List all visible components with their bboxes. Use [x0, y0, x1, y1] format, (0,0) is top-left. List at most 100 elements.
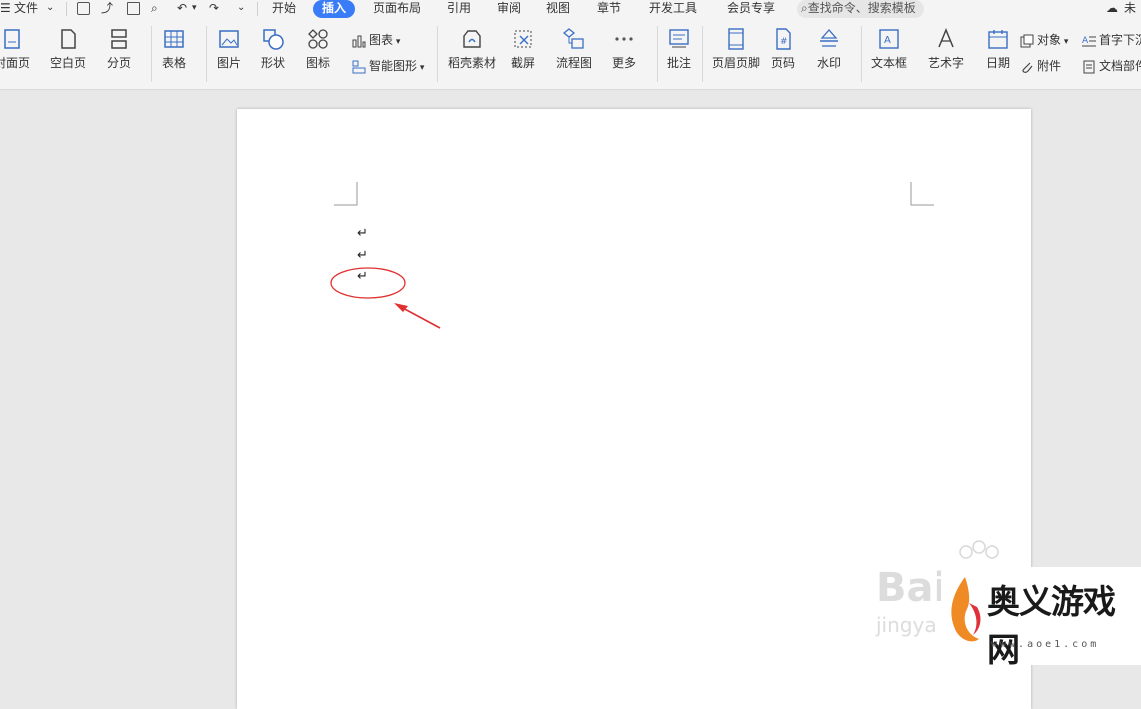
- print-icon[interactable]: [127, 2, 140, 15]
- divider: [206, 26, 207, 82]
- tab-references[interactable]: 引用: [447, 0, 471, 18]
- file-menu[interactable]: 文件: [14, 0, 38, 18]
- undo-dropdown-icon[interactable]: ▾: [192, 0, 197, 18]
- material-button[interactable]: 稻壳素材: [448, 28, 496, 71]
- header-footer-icon: [725, 28, 747, 50]
- dropcap-button[interactable]: A首字下沉: [1082, 31, 1141, 49]
- chart-label: 图表: [369, 33, 393, 47]
- shape-button[interactable]: 形状: [261, 28, 285, 71]
- watermark-label: 水印: [817, 54, 841, 71]
- smartart-dropdown-icon: ▾: [417, 63, 424, 73]
- picture-icon: [218, 28, 240, 50]
- insert-ribbon: 封面页 空白页 分页 表格 图片 形状 图标 图表 ▾ 智能图形 ▾ 稻壳素材 …: [0, 18, 1141, 90]
- page-number-button[interactable]: # 页码: [771, 28, 795, 71]
- screenshot-label: 截屏: [511, 54, 535, 71]
- picture-label: 图片: [217, 54, 241, 71]
- command-search-box[interactable]: ⌕查找命令、搜索模板: [797, 0, 924, 18]
- icon-label: 图标: [306, 54, 330, 71]
- picture-button[interactable]: 图片: [217, 28, 241, 71]
- divider: [657, 26, 658, 82]
- watermark-icon: [818, 28, 840, 50]
- more-button[interactable]: 更多: [612, 28, 636, 71]
- divider: [702, 26, 703, 82]
- table-icon: [163, 28, 185, 50]
- hamburger-menu-icon[interactable]: ☰: [0, 0, 11, 18]
- dropcap-icon: A: [1082, 34, 1096, 48]
- comment-button[interactable]: 批注: [667, 28, 691, 71]
- pointer-arrow-head: [394, 303, 408, 312]
- page-number-label: 页码: [771, 54, 795, 71]
- more-icon: [613, 28, 635, 50]
- customize-chevron-icon[interactable]: ⌄: [237, 0, 245, 18]
- blank-page-button[interactable]: 空白页: [50, 28, 86, 71]
- screenshot-button[interactable]: 截屏: [511, 28, 535, 71]
- paragraph-mark[interactable]: ↵: [357, 226, 368, 241]
- table-button[interactable]: 表格: [162, 28, 186, 71]
- smartart-button[interactable]: 智能图形 ▾: [352, 57, 424, 75]
- object-button[interactable]: 对象 ▾: [1020, 31, 1068, 49]
- cover-page-label: 封面页: [0, 54, 30, 71]
- paragraph-mark[interactable]: ↵: [357, 248, 368, 263]
- page-break-button[interactable]: 分页: [107, 28, 131, 71]
- pointer-arrow-line: [401, 307, 440, 328]
- file-menu-chevron-icon[interactable]: ⌄: [46, 0, 54, 18]
- flowchart-button[interactable]: 流程图: [556, 28, 592, 71]
- header-footer-label: 页眉页脚: [712, 54, 760, 71]
- textbox-label: 文本框: [871, 54, 907, 71]
- icon-button[interactable]: 图标: [306, 28, 330, 71]
- attachment-label: 附件: [1037, 59, 1061, 73]
- svg-text:A: A: [884, 35, 891, 46]
- divider: [151, 26, 152, 82]
- tab-view[interactable]: 视图: [546, 0, 570, 18]
- smartart-label: 智能图形: [369, 59, 417, 73]
- undo-icon[interactable]: ↶: [177, 0, 187, 18]
- redo-icon[interactable]: ↷: [209, 0, 219, 18]
- tab-insert[interactable]: 插入: [313, 0, 355, 18]
- date-label: 日期: [986, 54, 1010, 71]
- tab-chapter[interactable]: 章节: [597, 0, 621, 18]
- baidu-paw-icon: [951, 540, 1011, 570]
- wordart-button[interactable]: 艺术字: [928, 28, 964, 71]
- save-icon[interactable]: [77, 2, 90, 15]
- tab-member[interactable]: 会员专享: [727, 0, 775, 18]
- tab-page-layout[interactable]: 页面布局: [373, 0, 421, 18]
- chart-button[interactable]: 图表 ▾: [352, 31, 400, 49]
- page-number-icon: #: [772, 28, 794, 50]
- shape-label: 形状: [261, 54, 285, 71]
- attachment-button[interactable]: 附件: [1020, 57, 1061, 75]
- jingyan-watermark-text: jingya: [876, 613, 937, 637]
- wordart-label: 艺术字: [928, 54, 964, 71]
- tab-developer[interactable]: 开发工具: [649, 0, 697, 18]
- watermark-button[interactable]: 水印: [817, 28, 841, 71]
- page-break-label: 分页: [107, 54, 131, 71]
- textbox-button[interactable]: A 文本框: [871, 28, 907, 71]
- cloud-sync-label[interactable]: 未: [1124, 0, 1136, 18]
- divider: [437, 26, 438, 82]
- search-placeholder: 查找命令、搜索模板: [808, 1, 916, 15]
- cover-page-button[interactable]: 封面页: [0, 28, 30, 71]
- more-label: 更多: [612, 54, 636, 71]
- cloud-sync-icon[interactable]: ☁: [1106, 0, 1118, 18]
- object-icon: [1020, 34, 1034, 48]
- export-icon[interactable]: ⤴: [101, 0, 113, 18]
- object-dropdown-icon: ▾: [1061, 37, 1068, 47]
- doc-parts-button[interactable]: 文档部件: [1082, 57, 1141, 75]
- date-button[interactable]: 日期: [986, 28, 1010, 71]
- header-footer-button[interactable]: 页眉页脚: [712, 28, 760, 71]
- tab-home[interactable]: 开始: [272, 0, 296, 18]
- textbox-icon: A: [878, 28, 900, 50]
- tab-review[interactable]: 审阅: [497, 0, 521, 18]
- menu-bar: ☰ 文件 ⌄ ⤴ ⌕ ↶ ▾ ↷ ⌄ 开始 插入 页面布局 引用 审阅 视图 章…: [0, 0, 1141, 18]
- highlight-ellipse: [331, 268, 405, 298]
- screenshot-icon: [512, 28, 534, 50]
- material-label: 稻壳素材: [448, 54, 496, 71]
- flame-logo-icon: [945, 573, 985, 651]
- print-preview-icon[interactable]: ⌕: [151, 0, 158, 18]
- search-icon: ⌕: [801, 1, 808, 15]
- site-logo-box: 奥义游戏网 www.aoe1.com: [941, 567, 1141, 665]
- svg-text:A: A: [1082, 36, 1089, 46]
- divider: [257, 2, 258, 16]
- comment-label: 批注: [667, 54, 691, 71]
- flowchart-label: 流程图: [556, 54, 592, 71]
- cover-page-icon: [1, 28, 23, 50]
